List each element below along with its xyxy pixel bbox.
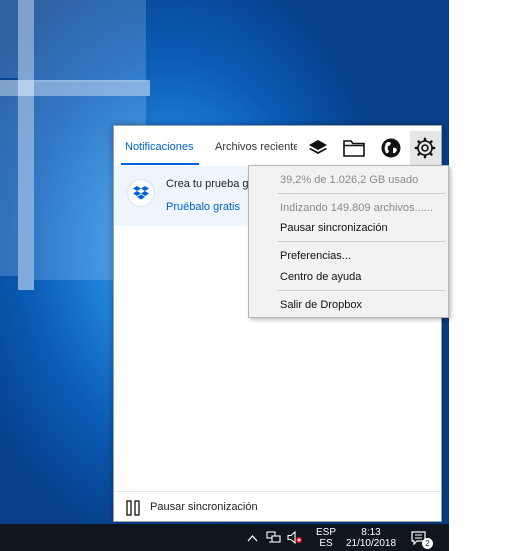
folder-icon[interactable] — [342, 136, 366, 160]
volume-muted-icon[interactable] — [287, 524, 303, 551]
clock-time: 8:13 — [361, 527, 381, 538]
notification-title: Crea tu prueba gr — [166, 178, 253, 190]
pause-icon[interactable] — [125, 500, 141, 516]
settings-menu: 39,2% de 1.026,2 GB usado Indizando 149.… — [248, 165, 449, 318]
clock[interactable]: 8:13 21/10/2018 — [340, 527, 402, 549]
chevron-up-icon[interactable] — [247, 524, 259, 551]
globe-icon[interactable] — [379, 136, 403, 160]
dropbox-logo-icon — [127, 179, 155, 207]
tab-notifications[interactable]: Notificaciones — [125, 141, 193, 153]
active-tab-indicator — [121, 163, 199, 165]
language-code: ESP — [315, 527, 336, 538]
notification-count-badge: 2 — [422, 538, 433, 549]
pause-sync-label[interactable]: Pausar sincronización — [150, 501, 258, 513]
menu-item-pause-sync[interactable]: Pausar sincronización — [280, 222, 388, 234]
tab-bar: Notificaciones Archivos reciente — [114, 126, 441, 167]
tab-recent-files[interactable]: Archivos reciente — [215, 141, 297, 153]
clock-date: 21/10/2018 — [345, 538, 397, 549]
settings-button[interactable] — [410, 131, 441, 165]
layers-icon[interactable] — [306, 136, 330, 160]
keyboard-layout: ES — [319, 538, 333, 549]
try-free-link[interactable]: Pruébalo gratis — [166, 201, 240, 213]
menu-divider — [277, 241, 445, 242]
menu-item-quit-dropbox[interactable]: Salir de Dropbox — [280, 299, 362, 311]
action-center-icon[interactable]: 2 — [410, 524, 433, 551]
menu-item-help-center[interactable]: Centro de ayuda — [280, 271, 361, 283]
popup-footer: Pausar sincronización — [114, 491, 441, 522]
menu-divider — [277, 290, 445, 291]
indexing-status-text: Indizando 149.809 archivos...... — [280, 202, 433, 214]
storage-usage-text: 39,2% de 1.026,2 GB usado — [280, 174, 419, 186]
menu-item-preferences[interactable]: Preferencias... — [280, 250, 351, 262]
network-icon[interactable] — [266, 524, 282, 551]
menu-divider — [277, 193, 445, 194]
gear-icon — [413, 136, 437, 160]
taskbar: ESP ES 8:13 21/10/2018 2 — [0, 524, 449, 551]
language-indicator[interactable]: ESP ES — [310, 527, 342, 549]
background-area — [449, 0, 516, 551]
